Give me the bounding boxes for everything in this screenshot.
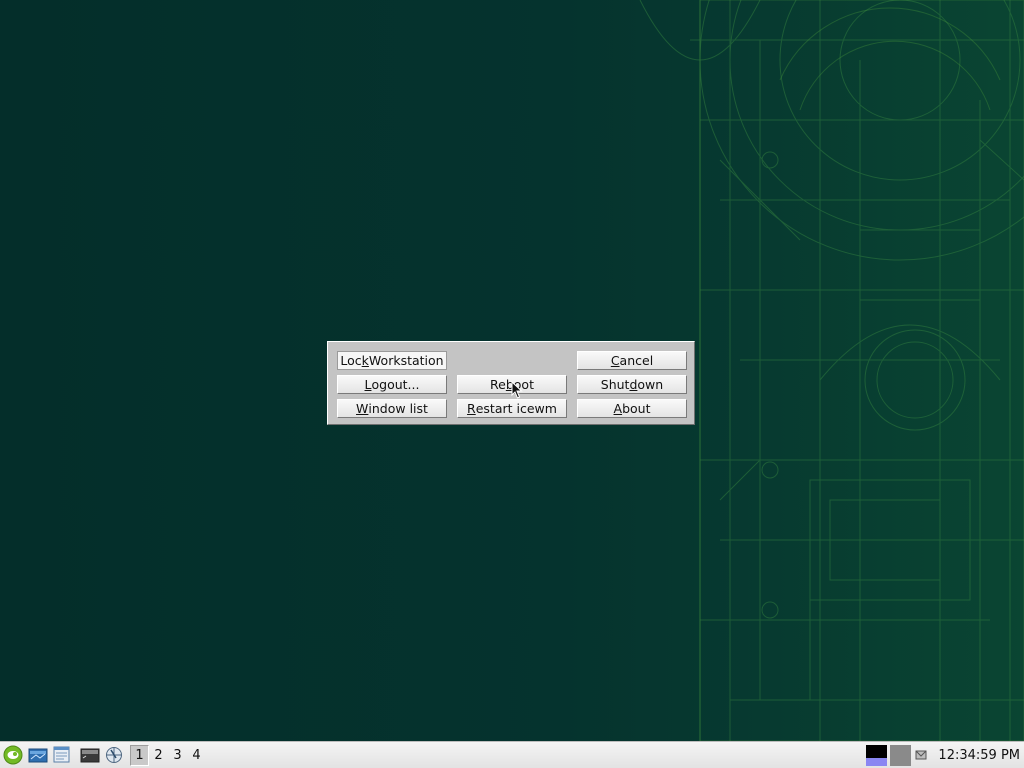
button-label: ogout...	[371, 377, 420, 392]
button-accelerator: L	[364, 377, 372, 392]
button-label: Loc	[340, 353, 362, 368]
button-label: own	[637, 377, 664, 392]
workspace-3-button[interactable]: 3	[168, 745, 187, 766]
button-label: indow list	[368, 401, 428, 416]
button-accelerator: R	[467, 401, 476, 416]
cpu-monitor-icon[interactable]	[866, 745, 887, 766]
workspace-1-button[interactable]: 1	[130, 745, 149, 766]
terminal-icon[interactable]	[80, 746, 100, 764]
cancel-button[interactable]: Cancel	[577, 351, 687, 370]
button-accelerator: W	[356, 401, 369, 416]
window-list-icon[interactable]	[52, 746, 72, 764]
memory-monitor-icon[interactable]	[890, 745, 911, 766]
opensuse-logo-icon[interactable]	[2, 745, 24, 765]
web-browser-icon[interactable]	[104, 746, 124, 764]
shutdown-button[interactable]: Shut d own	[577, 375, 687, 394]
taskbar-clock[interactable]: 12:34:59 PM	[938, 746, 1020, 765]
button-accelerator: C	[610, 353, 620, 368]
lock-workstation-button[interactable]: Loc k Workstation	[337, 351, 447, 370]
workspace-4-button[interactable]: 4	[187, 745, 206, 766]
button-label: Re	[490, 377, 506, 392]
file-manager-icon[interactable]	[28, 746, 48, 764]
button-accelerator: d	[629, 377, 638, 392]
mail-icon[interactable]	[915, 749, 927, 761]
button-label: estart icewm	[475, 401, 557, 416]
window-list-button[interactable]: Window list	[337, 399, 447, 418]
restart-icewm-button[interactable]: Restart icewm	[457, 399, 567, 418]
button-accelerator: k	[361, 353, 369, 368]
workspace-2-button[interactable]: 2	[149, 745, 168, 766]
taskbar: 1 2 3 4 12:34:59 PM	[0, 741, 1024, 768]
button-label: Shut	[600, 377, 630, 392]
button-label: ancel	[619, 353, 654, 368]
logout-button[interactable]: Logout...	[337, 375, 447, 394]
about-button[interactable]: About	[577, 399, 687, 418]
mouse-pointer-icon	[511, 381, 523, 399]
button-label: bout	[622, 401, 651, 416]
button-label: Workstation	[368, 353, 444, 368]
button-accelerator: A	[613, 401, 623, 416]
